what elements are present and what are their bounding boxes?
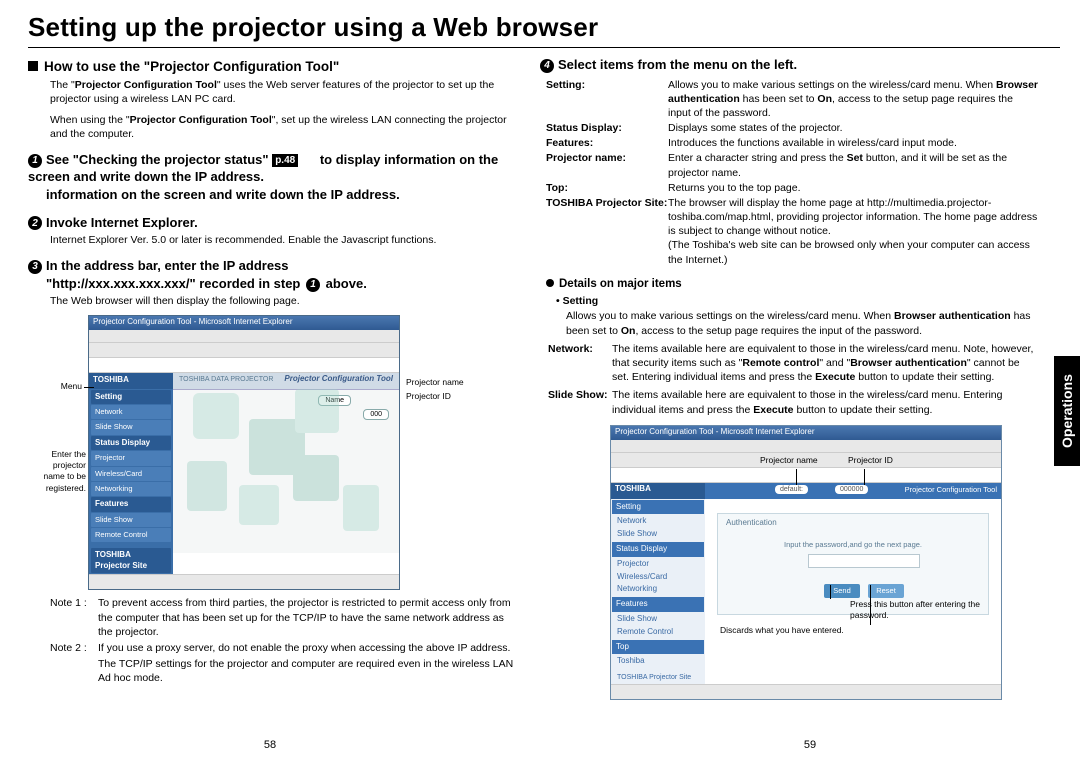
screenshot-1: Menu Enter the projector name to be regi… xyxy=(88,315,518,591)
s2-slideshow: Slide Show xyxy=(611,528,705,541)
detail-slideshow: Slide Show: The items available here are… xyxy=(548,388,1038,416)
step-1: 1See "Checking the projector status" p.4… xyxy=(28,151,518,204)
window2-statusbar xyxy=(611,684,1001,699)
window-titlebar: Projector Configuration Tool - Microsoft… xyxy=(89,316,399,330)
top2-id-chip: 000000 xyxy=(835,485,868,494)
def-toshiba-site: TOSHIBA Projector Site: The browser will… xyxy=(546,196,1038,267)
logo2-toshiba: TOSHIBA xyxy=(611,483,705,499)
step-4-icon: 4 xyxy=(540,59,554,73)
callout-projector-name: Projector name xyxy=(406,377,464,388)
s2-toshiba: Toshiba xyxy=(611,655,705,668)
menu-slideshow: Slide Show xyxy=(91,420,171,434)
window-addressbar xyxy=(89,358,399,373)
s2-wireless-card: Wireless/Card xyxy=(611,571,705,584)
s2-slideshow-f: Slide Show xyxy=(611,613,705,626)
note-2: Note 2 : If you use a proxy server, do n… xyxy=(50,641,518,655)
def-projector-name: Projector name: Enter a character string… xyxy=(546,151,1038,179)
section-how-to: How to use the "Projector Configuration … xyxy=(28,58,518,76)
tool-title: Projector Configuration Tool xyxy=(284,374,393,385)
def-features: Features: Introduces the functions avail… xyxy=(546,136,1038,150)
title-rule xyxy=(28,47,1060,48)
s2-top: Top xyxy=(612,640,704,655)
logo-toshiba: TOSHIBA xyxy=(89,373,173,389)
side-tab-operations: Operations xyxy=(1054,356,1080,466)
menu-setting: Setting xyxy=(91,390,171,405)
auth-msg: Input the password,and go the next page. xyxy=(718,540,988,550)
s2-footer: TOSHIBA Projector Site xyxy=(611,672,705,683)
page-numbers: 58 59 xyxy=(0,739,1080,751)
step-4: 4Select items from the menu on the left. xyxy=(540,56,1038,74)
callout-enter-name: Enter the projector name to be registere… xyxy=(30,449,86,495)
s2-features: Features xyxy=(612,597,704,612)
window-toolbar xyxy=(89,343,399,358)
step-2: 2Invoke Internet Explorer. xyxy=(28,214,518,232)
ann-projector-id: Projector ID xyxy=(848,455,893,466)
details-heading: Details on major items xyxy=(546,277,1038,293)
sidebar2: TOSHIBA Setting Network Slide Show Statu… xyxy=(611,483,705,684)
top2-pct-label: Projector Configuration Tool xyxy=(905,485,997,495)
intro-para-1: The "Projector Configuration Tool" uses … xyxy=(50,78,518,106)
reset-button[interactable]: Reset xyxy=(868,584,904,598)
callout-menu: Menu xyxy=(30,381,82,392)
s2-status-display: Status Display xyxy=(612,542,704,557)
step-2-icon: 2 xyxy=(28,216,42,230)
menu-remote: Remote Control xyxy=(91,528,171,542)
window2-menubar xyxy=(611,440,1001,453)
s2-projector: Projector xyxy=(611,558,705,571)
s2-setting: Setting xyxy=(612,500,704,515)
def-setting: Setting: Allows you to make various sett… xyxy=(546,78,1038,121)
window-menubar xyxy=(89,330,399,343)
detail-network: Network: The items available here are eq… xyxy=(548,342,1038,385)
step-ref-1-icon: 1 xyxy=(306,278,320,292)
menu-projector: Projector xyxy=(91,451,171,465)
ann-discard: Discards what you have entered. xyxy=(720,625,900,636)
square-bullet-icon xyxy=(28,61,38,71)
page-ref-48: p.48 xyxy=(272,154,298,168)
menu-status-display: Status Display xyxy=(91,436,171,451)
page-num-right: 59 xyxy=(540,739,1080,751)
s2-network: Network xyxy=(611,515,705,528)
left-column: How to use the "Projector Configuration … xyxy=(28,54,518,700)
step-3: 3In the address bar, enter the IP addres… xyxy=(28,257,518,292)
menu-slideshow-f: Slide Show xyxy=(91,513,171,527)
window-statusbar xyxy=(89,574,399,589)
bullet-setting-body: Allows you to make various settings on t… xyxy=(566,309,1038,337)
menu-network: Network xyxy=(91,405,171,419)
step-3-para: The Web browser will then display the fo… xyxy=(50,294,518,308)
dot-bullet-icon xyxy=(546,279,554,287)
def-top: Top: Returns you to the top page. xyxy=(546,181,1038,195)
note-1: Note 1 : To prevent access from third pa… xyxy=(50,596,518,639)
screenshot-2: Projector Configuration Tool - Microsoft… xyxy=(610,425,1000,700)
s2-networking: Networking xyxy=(611,583,705,596)
def-status-display: Status Display: Displays some states of … xyxy=(546,121,1038,135)
menu-features: Features xyxy=(91,497,171,512)
window2-titlebar: Projector Configuration Tool - Microsoft… xyxy=(611,426,1001,440)
top2-name-chip: default: xyxy=(775,485,808,494)
step-2-para: Internet Explorer Ver. 5.0 or later is r… xyxy=(50,233,518,247)
sidebar-menu: TOSHIBA Setting Network Slide Show Statu… xyxy=(89,373,173,575)
page-num-left: 58 xyxy=(0,739,540,751)
bullet-setting: • Setting xyxy=(556,294,1038,308)
brand-label: TOSHIBA DATA PROJECTOR xyxy=(179,375,273,384)
page-title: Setting up the projector using a Web bro… xyxy=(28,12,1060,43)
menu-toshiba-site: TOSHIBA Projector Site xyxy=(91,548,171,574)
menu-wireless-card: Wireless/Card xyxy=(91,467,171,481)
callout-projector-id: Projector ID xyxy=(406,391,451,402)
step-3-icon: 3 xyxy=(28,260,42,274)
intro-para-2: When using the "Projector Configuration … xyxy=(50,113,518,141)
password-input[interactable] xyxy=(808,554,920,568)
ann-press-button: Press this button after entering the pas… xyxy=(850,599,1000,622)
window2-addressbar xyxy=(611,468,1001,483)
ann-projector-name: Projector name xyxy=(760,455,818,466)
auth-title: Authentication xyxy=(726,518,777,529)
right-column: 4Select items from the menu on the left.… xyxy=(540,54,1038,700)
note-2b: The TCP/IP settings for the projector an… xyxy=(50,657,518,685)
s2-remote: Remote Control xyxy=(611,626,705,639)
menu-networking: Networking xyxy=(91,482,171,496)
step-1-icon: 1 xyxy=(28,154,42,168)
bg-icons xyxy=(173,389,399,553)
